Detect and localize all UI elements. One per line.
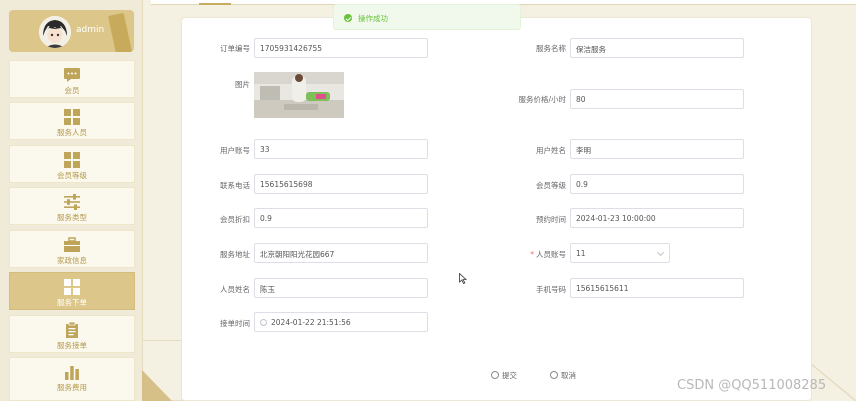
sidebar-item-label: 家政信息 <box>57 256 87 265</box>
sidebar-item-label: 服务费用 <box>57 383 87 392</box>
mobile-input[interactable]: 15615615611 <box>570 278 744 298</box>
sliders-icon <box>63 194 81 210</box>
staff-account-select[interactable]: 11 <box>570 243 670 263</box>
user-card-decoration <box>108 12 132 52</box>
phone-label: 联系电话 <box>220 181 250 190</box>
staff-name-input[interactable]: 陈玉 <box>254 278 428 298</box>
sidebar-item-member-level[interactable]: 会员等级 <box>9 145 135 183</box>
mobile-label: 手机号码 <box>536 285 566 294</box>
toast-message: 操作成功 <box>358 14 388 23</box>
member-discount-input[interactable]: 0.9 <box>254 208 428 228</box>
sidebar-item-label: 服务类型 <box>57 213 87 222</box>
user-name-input[interactable]: 李明 <box>570 139 744 159</box>
user-account-label: 用户账号 <box>220 146 250 155</box>
sidebar-item-housekeeping-info[interactable]: 家政信息 <box>9 230 135 268</box>
bar-chart-icon <box>63 364 81 380</box>
appointment-time-label: 预约时间 <box>536 215 566 224</box>
user-account-input[interactable]: 33 <box>254 139 428 159</box>
mouse-cursor-icon <box>459 273 467 284</box>
image-label: 图片 <box>235 80 250 89</box>
chat-icon <box>63 67 81 83</box>
sidebar-item-service-fee[interactable]: 服务费用 <box>9 357 135 401</box>
staff-name-label: 人员姓名 <box>220 285 250 294</box>
service-image[interactable] <box>254 72 344 118</box>
sidebar-item-service-accept[interactable]: 服务接单 <box>9 315 135 353</box>
required-asterisk: * <box>530 250 534 259</box>
accept-time-value: 2024-01-22 21:51:56 <box>271 318 351 327</box>
sidebar-item-member[interactable]: 会员 <box>9 60 135 98</box>
success-toast: 操作成功 <box>333 4 521 30</box>
member-level-input[interactable]: 0.9 <box>570 174 744 194</box>
grid-icon <box>63 279 81 295</box>
close-circle-icon <box>550 371 558 379</box>
watermark: CSDN @QQ511008285 <box>677 378 827 393</box>
user-name-label: 用户姓名 <box>536 146 566 155</box>
staff-account-value: 11 <box>576 249 586 258</box>
address-input[interactable]: 北京朝阳阳光花园667 <box>254 243 428 263</box>
submit-label: 提交 <box>502 371 517 380</box>
member-discount-label: 会员折扣 <box>220 215 250 224</box>
clipboard-icon <box>63 321 81 338</box>
username: admin <box>76 25 105 35</box>
staff-account-label-text: 人员账号 <box>536 250 566 259</box>
cancel-button[interactable]: 取消 <box>550 370 576 384</box>
sidebar-item-label: 服务接单 <box>57 341 87 350</box>
avatar[interactable] <box>39 16 71 48</box>
order-no-input[interactable]: 1705931426755 <box>254 38 428 58</box>
user-card[interactable]: admin <box>9 10 134 52</box>
sidebar-item-staff[interactable]: 服务人员 <box>9 102 135 140</box>
submit-button[interactable]: 提交 <box>491 370 517 384</box>
price-input[interactable]: 80 <box>570 89 744 109</box>
accept-time-picker[interactable]: 2024-01-22 21:51:56 <box>254 312 428 332</box>
cancel-label: 取消 <box>561 371 576 380</box>
member-level-label: 会员等级 <box>536 181 566 190</box>
sidebar-item-label: 服务下单 <box>57 298 87 307</box>
staff-account-label: * 人员账号 <box>510 249 566 260</box>
sidebar: admin 会员 服务人员 会员等级 服务类型 家政信息 服务下单 服务接单 服… <box>0 0 143 401</box>
price-label: 服务价格/小时 <box>518 95 566 104</box>
service-name-input[interactable]: 保洁服务 <box>570 38 744 58</box>
clock-icon <box>260 319 267 326</box>
success-check-icon <box>344 14 352 22</box>
phone-input[interactable]: 15615615698 <box>254 174 428 194</box>
tab-active-indicator[interactable] <box>199 0 231 5</box>
sidebar-item-label: 会员等级 <box>57 171 87 180</box>
accept-time-label: 接单时间 <box>220 319 250 328</box>
sidebar-item-label: 会员 <box>64 86 80 95</box>
grid-icon <box>63 109 81 125</box>
sidebar-item-service-order[interactable]: 服务下单 <box>9 272 135 310</box>
grid-icon <box>63 152 81 168</box>
order-no-label: 订单编号 <box>220 44 250 53</box>
sidebar-item-label: 服务人员 <box>57 128 87 137</box>
address-label: 服务地址 <box>220 250 250 259</box>
service-name-label: 服务名称 <box>536 44 566 53</box>
appointment-time-input[interactable]: 2024-01-23 10:00:00 <box>570 208 744 228</box>
sidebar-item-service-type[interactable]: 服务类型 <box>9 187 135 225</box>
chevron-down-icon <box>656 248 665 257</box>
check-circle-icon <box>491 371 499 379</box>
briefcase-icon <box>63 237 81 253</box>
